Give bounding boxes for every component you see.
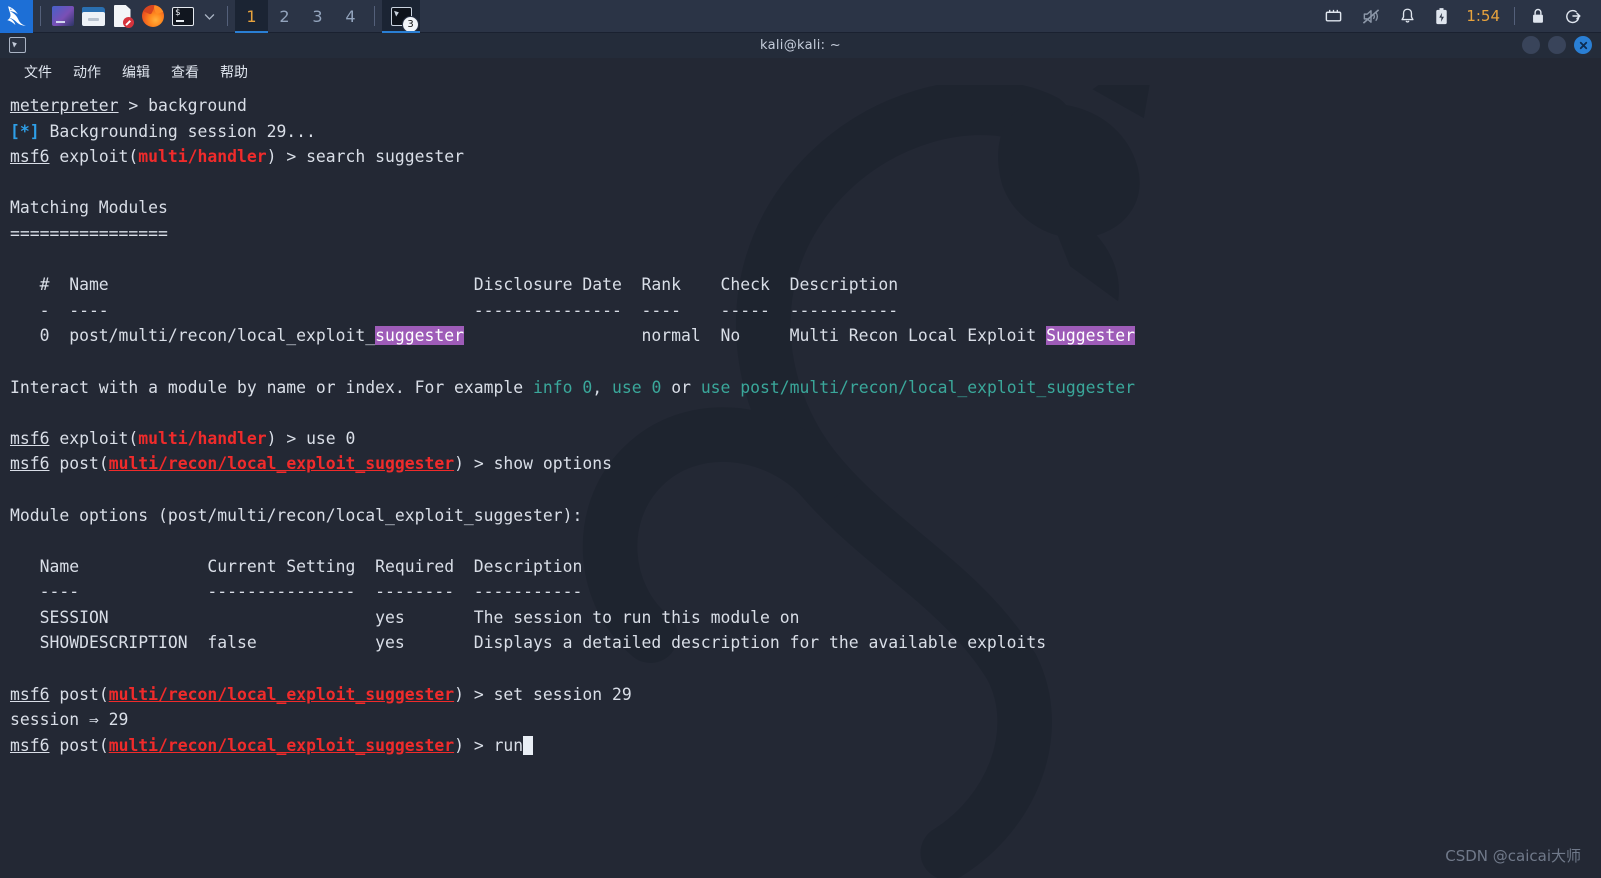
watermark: CSDN @caicai大师 (1445, 847, 1581, 865)
terminal-window-icon (9, 37, 26, 53)
module-row-mid: normal No Multi Recon Local Exploit (463, 326, 1047, 346)
taskbar-divider-2 (227, 6, 228, 26)
hint-command-use-index: use 0 (611, 377, 662, 397)
line-26-end: ) > run (454, 735, 524, 755)
close-button[interactable] (1574, 36, 1592, 54)
workspace-label: 1 (246, 6, 257, 26)
prompt-meterpreter: meterpreter (10, 96, 119, 115)
bell-icon[interactable] (1390, 0, 1425, 33)
prompt-context: multi/handler (138, 428, 267, 448)
prompt-context: multi/recon/local_exploit_suggester (108, 684, 455, 704)
options-table-header: Name Current Setting Required Descriptio… (10, 556, 583, 576)
interact-hint-e: or (661, 377, 701, 397)
prompt-msf6: msf6 (10, 735, 50, 755)
taskbar-left-group: $ 1 2 3 4 3 (0, 0, 420, 33)
window-titlebar[interactable]: kali@kali: ~ (0, 33, 1601, 58)
line-3-end: ) > search suggester (266, 147, 464, 167)
matching-modules-rule: ================ (10, 223, 168, 243)
taskbar-divider-3 (374, 6, 375, 26)
interact-hint-a: Interact with a module by name or index.… (10, 377, 534, 397)
menu-help[interactable]: 帮助 (210, 60, 258, 84)
interact-hint-c: , (592, 377, 612, 397)
window-controls (1522, 36, 1592, 54)
prompt-msf6: msf6 (10, 684, 50, 704)
workspace-2[interactable]: 2 (268, 0, 301, 33)
line-24-end: ) > set session 29 (454, 684, 632, 704)
menu-edit[interactable]: 编辑 (112, 60, 160, 84)
text-editor-icon[interactable] (108, 0, 138, 33)
search-match-highlight: suggester (375, 326, 464, 346)
line-14-end: ) > use 0 (266, 428, 356, 448)
network-icon[interactable] (1315, 0, 1352, 33)
file-manager-icon[interactable] (78, 0, 108, 33)
options-table-separator: ---- --------------- -------- ----------… (10, 582, 583, 602)
system-tray: 1:54 (1315, 0, 1601, 33)
line-1-rest: > background (118, 96, 247, 115)
terminal-area[interactable]: meterpreter > background [*] Backgroundi… (0, 85, 1601, 878)
line-2-rest: Backgrounding session 29... (39, 121, 316, 141)
workspace-label: 3 (312, 6, 323, 26)
line-24-mid: post( (49, 684, 109, 704)
lock-icon[interactable] (1521, 0, 1555, 33)
taskbar: $ 1 2 3 4 3 1:54 (0, 0, 1601, 33)
hint-command-info: info 0 (533, 377, 593, 397)
terminal-icon[interactable]: $ (168, 0, 198, 33)
workspace-switcher: 1 2 3 4 (235, 0, 367, 33)
workspace-4[interactable]: 4 (334, 0, 367, 33)
minimize-button[interactable] (1522, 36, 1540, 54)
workspace-3[interactable]: 3 (301, 0, 334, 33)
prompt-msf6: msf6 (10, 454, 50, 474)
battery-charging-icon[interactable] (1425, 0, 1458, 33)
matching-modules-heading: Matching Modules (10, 198, 168, 218)
menubar: 文件 动作 编辑 查看 帮助 (0, 58, 1601, 85)
prompt-context: multi/recon/local_exploit_suggester (108, 454, 455, 474)
prompt-context: multi/handler (138, 147, 267, 167)
terminal-output: meterpreter > background [*] Backgroundi… (0, 85, 1601, 878)
option-row-session: SESSION yes The session to run this modu… (10, 607, 800, 627)
chevron-down-icon[interactable] (198, 0, 220, 33)
menu-actions[interactable]: 动作 (63, 60, 111, 84)
firefox-icon[interactable] (138, 0, 168, 33)
line-15-end: ) > show options (454, 454, 612, 474)
prompt-msf6: msf6 (10, 428, 50, 448)
terminal-cursor (523, 735, 534, 755)
menu-view[interactable]: 查看 (161, 60, 209, 84)
line-3-mid: exploit( (49, 147, 139, 167)
module-row-pre: 0 post/multi/recon/local_exploit_ (10, 326, 376, 346)
session-set-confirmation: session ⇒ 29 (10, 710, 129, 730)
module-options-heading: Module options (post/multi/recon/local_e… (10, 505, 583, 525)
prompt-context: multi/recon/local_exploit_suggester (108, 735, 455, 755)
terminal-window: kali@kali: ~ 文件 动作 编辑 查看 帮助 meterpreter … (0, 33, 1601, 878)
taskbar-window-button-terminal[interactable]: 3 (382, 0, 420, 33)
logout-icon[interactable] (1555, 0, 1591, 33)
line-14-mid: exploit( (49, 428, 139, 448)
line-15-mid: post( (49, 454, 109, 474)
line-26-mid: post( (49, 735, 109, 755)
hint-command-use-path: use post/multi/recon/local_exploit_sugge… (700, 377, 1136, 397)
workspace-label: 2 (279, 6, 290, 26)
modules-table-header: # Name Disclosure Date Rank Check Descri… (10, 275, 899, 295)
menu-file[interactable]: 文件 (14, 60, 62, 84)
modules-table-separator: - ---- --------------- ---- ----- ------… (10, 300, 899, 320)
option-row-showdescription: SHOWDESCRIPTION false yes Displays a det… (10, 633, 1047, 653)
maximize-button[interactable] (1548, 36, 1566, 54)
workspace-label: 4 (345, 6, 356, 26)
window-count-badge: 3 (402, 15, 419, 33)
window-title: kali@kali: ~ (760, 38, 841, 53)
volume-muted-icon[interactable] (1352, 0, 1390, 33)
kali-dragon-icon[interactable] (0, 0, 33, 33)
taskbar-divider-1 (40, 6, 41, 26)
prompt-msf6: msf6 (10, 147, 50, 167)
status-star: [*] (10, 121, 40, 141)
workspace-1[interactable]: 1 (235, 0, 268, 33)
tray-divider (1514, 7, 1515, 25)
vscode-icon[interactable] (48, 0, 78, 33)
search-match-highlight-2: Suggester (1046, 326, 1135, 346)
clock[interactable]: 1:54 (1458, 7, 1508, 25)
